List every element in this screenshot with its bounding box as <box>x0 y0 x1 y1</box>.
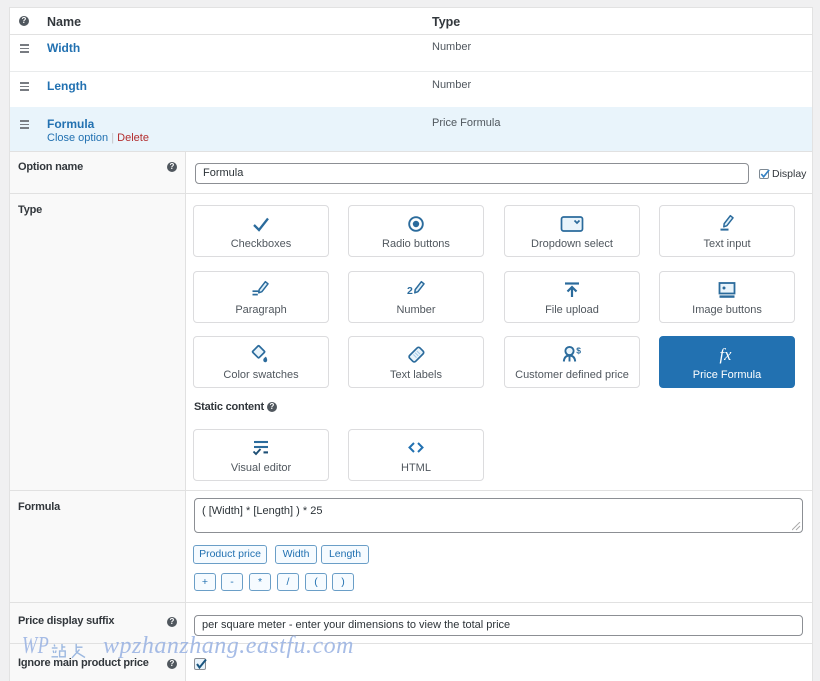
svg-text:fx: fx <box>720 345 733 364</box>
svg-text:$: $ <box>576 346 581 356</box>
svg-text:2: 2 <box>407 285 413 297</box>
